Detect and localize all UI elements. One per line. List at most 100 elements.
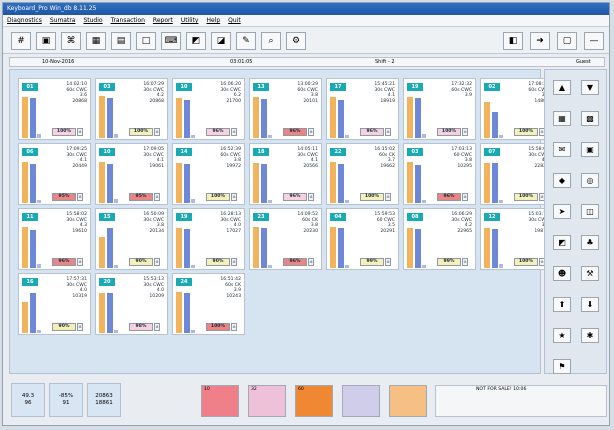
percent-spinner[interactable]: ±: [231, 258, 237, 266]
percent-spinner[interactable]: ±: [385, 128, 391, 136]
menu-item[interactable]: Studio: [83, 15, 102, 26]
percent-spinner[interactable]: ±: [154, 193, 160, 201]
percent-spinner[interactable]: ±: [154, 128, 160, 136]
flag-icon[interactable]: ⚑: [553, 359, 571, 374]
config-icon[interactable]: ◫: [581, 204, 599, 219]
percent-spinner[interactable]: ±: [308, 258, 314, 266]
menu-item[interactable]: Help: [206, 15, 220, 26]
percent-spinner[interactable]: ±: [385, 258, 391, 266]
percent-spinner[interactable]: ±: [231, 323, 237, 331]
menu-item[interactable]: Sumatra: [50, 15, 76, 26]
station-card[interactable]: 06 17:09:25 30s CWC 4.1 20449 95% ±: [18, 143, 91, 205]
station-card[interactable]: 0217:08:1260s CWC3.714808100%±: [480, 78, 553, 140]
percent-spinner[interactable]: ±: [154, 258, 160, 266]
percent-spinner[interactable]: ±: [385, 193, 391, 201]
station-card[interactable]: 17 15:45:21 30s CWC 4.1 18919 96% ±: [326, 78, 399, 140]
summary-stat: 49.3 96: [11, 383, 45, 417]
station-card[interactable]: 13 13:00:29 60s CWC 3.8 20101 96% ±: [249, 78, 322, 140]
percent-spinner[interactable]: ±: [231, 193, 237, 201]
percent-spinner[interactable]: ±: [462, 193, 468, 201]
station-card[interactable]: 19 17:32:32 60s CWC 3.9 100% ±: [403, 78, 476, 140]
gear-icon[interactable]: ⚙: [286, 32, 306, 50]
percent-spinner[interactable]: ±: [77, 128, 83, 136]
menu-item[interactable]: Report: [153, 15, 173, 26]
settings-icon[interactable]: ✱: [581, 328, 599, 343]
station-card[interactable]: 16 17:57:31 30s CWC 4.0 10319 90% ±: [18, 273, 91, 335]
keyboard-icon[interactable]: ⌨: [161, 32, 181, 50]
arrow-icon[interactable]: ➤: [553, 204, 571, 219]
percent-spinner[interactable]: ±: [231, 128, 237, 136]
percent-spinner[interactable]: ±: [462, 128, 468, 136]
station-badge: 15: [99, 213, 115, 221]
percent-spinner[interactable]: ±: [77, 323, 83, 331]
colors-icon[interactable]: ◆: [553, 173, 571, 188]
station-card[interactable]: 10 17:09:05 30s CWC 4.1 19061 95% ±: [95, 143, 168, 205]
station-card[interactable]: 19 16:28:13 30s CWC 4.0 17027 90% ±: [172, 208, 245, 270]
up-icon[interactable]: ▲: [553, 80, 571, 95]
bar: [30, 292, 36, 333]
percent-spinner[interactable]: ±: [462, 258, 468, 266]
calendar-icon[interactable]: ▦: [553, 111, 571, 126]
hash-icon[interactable]: #: [11, 32, 31, 50]
login-icon[interactable]: ➜: [530, 32, 550, 50]
station-card[interactable]: 18 14:05:11 30s CWC 4.1 20566 96% ±: [249, 143, 322, 205]
upload-icon[interactable]: ⬆: [553, 297, 571, 312]
search-icon[interactable]: ⌕: [261, 32, 281, 50]
station-card[interactable]: 01 14:02:10 60s CWC 3.6 20868 100% ±: [18, 78, 91, 140]
minimize-icon[interactable]: —: [584, 32, 604, 50]
percent-spinner[interactable]: ±: [77, 258, 83, 266]
print-icon[interactable]: ▤: [111, 32, 131, 50]
tool-icon[interactable]: ◪: [211, 32, 231, 50]
bar: [492, 229, 498, 268]
station-card[interactable]: 03 17:03:13 60 CWC 3.8 10295 96% ±: [403, 143, 476, 205]
blank-icon[interactable]: □: [136, 32, 156, 50]
station-card[interactable]: 11 15:58:02 30s CWC 4.3 19610 96% ±: [18, 208, 91, 270]
station-card[interactable]: 23 14:09:52 60s CK 3.8 20230 96% ±: [249, 208, 322, 270]
menu-item[interactable]: Utility: [181, 15, 199, 26]
station-info: 17:09:05 30s CWC 4.1 19061: [118, 147, 164, 169]
percent-badge: 100%: [514, 193, 538, 201]
percent-spinner[interactable]: ±: [154, 323, 160, 331]
station-card[interactable]: 15 16:50:09 30s CWC 3.8 20134 90% ±: [95, 208, 168, 270]
down-icon[interactable]: ▼: [581, 80, 599, 95]
station-card[interactable]: 14 16:52:39 60s CWC 3.8 19972 100% ±: [172, 143, 245, 205]
monitor2-icon[interactable]: ▣: [581, 142, 599, 157]
globe-icon[interactable]: ◎: [581, 173, 599, 188]
menu-item[interactable]: Quit: [228, 15, 241, 26]
station-info: 17:08:1260s CWC3.714808: [503, 82, 549, 104]
bar-group: [253, 94, 275, 138]
station-card[interactable]: 0715:58:0830s CWC4.222822100%±: [480, 143, 553, 205]
edit-icon[interactable]: ✎: [236, 32, 256, 50]
station-card[interactable]: 24 16:51:42 60s CK 3.9 10243 100% ±: [172, 273, 245, 335]
station-card[interactable]: 20 15:53:13 30s CWC 4.0 10209 98% ±: [95, 273, 168, 335]
save-icon[interactable]: ▦: [86, 32, 106, 50]
grid-icon[interactable]: ▩: [581, 111, 599, 126]
page-icon[interactable]: ▢: [557, 32, 577, 50]
network-icon[interactable]: ⌘: [61, 32, 81, 50]
percent-spinner[interactable]: ±: [308, 128, 314, 136]
download-icon[interactable]: ⬇: [581, 297, 599, 312]
station-card[interactable]: 08 16:06:29 30s CWC 4.2 22965 99% ±: [403, 208, 476, 270]
chart-icon[interactable]: ◩: [186, 32, 206, 50]
people-icon[interactable]: ☻: [553, 266, 571, 281]
tools-icon[interactable]: ⚒: [581, 266, 599, 281]
menu-item[interactable]: Transaction: [111, 15, 145, 26]
percent-badge: 90%: [52, 323, 76, 331]
percent-spinner[interactable]: ±: [77, 193, 83, 201]
star-icon[interactable]: ★: [553, 328, 571, 343]
tree-icon[interactable]: ♣: [581, 235, 599, 250]
monitor-icon[interactable]: ▣: [36, 32, 56, 50]
open-icon[interactable]: ◧: [503, 32, 523, 50]
summary-stat: -85% 91: [49, 383, 83, 417]
percent-spinner[interactable]: ±: [308, 193, 314, 201]
bar: [176, 292, 182, 333]
menu-item[interactable]: Diagnostics: [7, 15, 42, 26]
station-card[interactable]: 1215:03:1830s CWC3.719877100%±: [480, 208, 553, 270]
station-card[interactable]: 03 16:07:29 30s CWC 4.2 20868 100% ±: [95, 78, 168, 140]
station-card[interactable]: 04 15:59:53 60 CWC 3.5 20291 99% ±: [326, 208, 399, 270]
chart-icon[interactable]: ◩: [553, 235, 571, 250]
bar: [345, 135, 349, 138]
station-card[interactable]: 10 16:06:20 30s CWC 6.2 21700 96% ±: [172, 78, 245, 140]
station-card[interactable]: 22 16:15:02 60s CK 3.7 19662 100% ±: [326, 143, 399, 205]
mail-icon[interactable]: ✉: [553, 142, 571, 157]
